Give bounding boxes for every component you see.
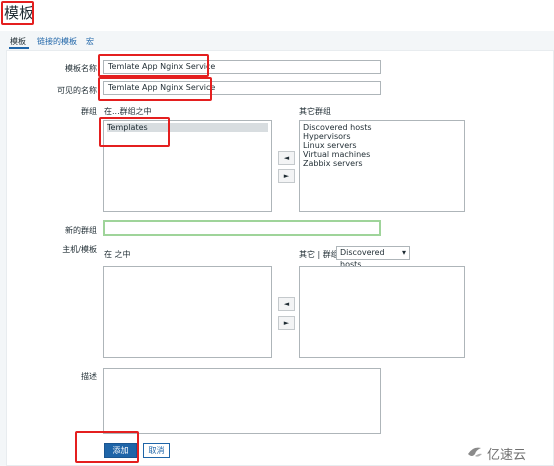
list-item[interactable]: Discovered hosts	[303, 123, 461, 132]
move-left-button[interactable]: ◄	[278, 297, 295, 311]
list-item[interactable]: Virtual machines	[303, 150, 461, 159]
description-textarea[interactable]	[103, 368, 381, 434]
groups-other-list[interactable]: Discovered hosts Hypervisors Linux serve…	[299, 120, 465, 212]
tab-linked-templates[interactable]: 链接的模板	[37, 37, 77, 47]
move-right-button[interactable]: ►	[278, 169, 295, 183]
list-item[interactable]: Linux servers	[303, 141, 461, 150]
visible-name-input[interactable]: Temlate App Nginx Service	[103, 81, 381, 95]
active-tab-indicator	[9, 47, 29, 49]
arrow-left-icon: ◄	[283, 300, 290, 308]
template-name-input[interactable]: Temlate App Nginx Service	[103, 60, 381, 74]
groups-in-label: 在...群组之中	[104, 107, 152, 116]
list-item[interactable]: Hypervisors	[303, 132, 461, 141]
hosts-selected-list[interactable]	[103, 266, 272, 358]
visible-name-label: 可见的名称	[57, 86, 97, 95]
title-bar	[0, 0, 554, 29]
description-label: 描述	[81, 372, 97, 381]
groups-selected-list[interactable]: Templates	[103, 120, 272, 212]
new-group-input[interactable]	[103, 220, 381, 236]
cancel-button[interactable]: 取消	[143, 443, 170, 458]
list-item[interactable]: Templates	[107, 123, 268, 132]
template-name-label: 模板名称	[65, 64, 97, 73]
move-right-button[interactable]: ►	[278, 316, 295, 330]
page-title: 模板	[4, 4, 35, 22]
arrow-right-icon: ►	[283, 319, 290, 327]
add-button[interactable]: 添加	[104, 443, 137, 458]
chevron-down-icon: ▾	[401, 248, 406, 257]
hosts-other-label: 其它 | 群组	[299, 250, 339, 259]
tab-template[interactable]: 模板	[10, 37, 26, 47]
yisu-logo-icon	[468, 447, 482, 457]
arrow-left-icon: ◄	[283, 154, 290, 162]
groups-label: 群组	[81, 107, 97, 116]
tab-macros[interactable]: 宏	[86, 37, 94, 47]
hosts-group-select[interactable]: Discovered hosts ▾	[336, 246, 410, 269]
hosts-in-label: 在 之中	[104, 250, 131, 259]
hosts-label: 主机/模板	[62, 245, 97, 254]
groups-other-label: 其它群组	[299, 107, 331, 116]
list-item[interactable]: Zabbix servers	[303, 159, 461, 168]
arrow-right-icon: ►	[283, 172, 290, 180]
watermark-text: 亿速云	[487, 448, 527, 463]
new-group-label: 新的群组	[65, 226, 97, 235]
move-left-button[interactable]: ◄	[278, 151, 295, 165]
hosts-other-list[interactable]	[299, 266, 465, 358]
